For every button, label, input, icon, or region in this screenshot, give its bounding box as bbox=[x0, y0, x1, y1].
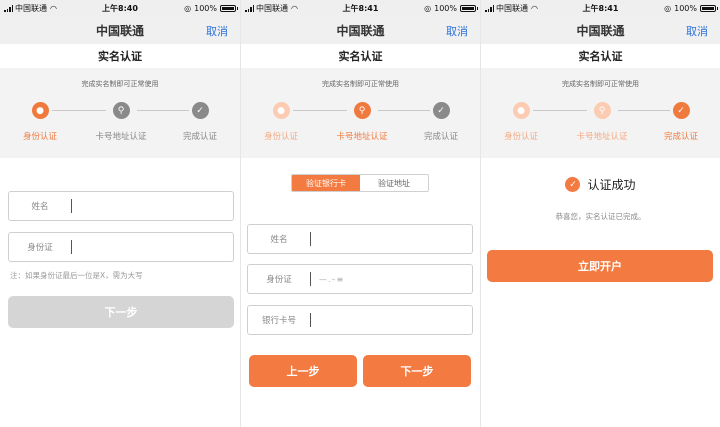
battery-percent: 100% bbox=[194, 3, 217, 13]
bank-card-field[interactable]: 银行卡号 bbox=[247, 305, 473, 335]
step-label: 卡号地址认证 bbox=[95, 132, 147, 142]
status-bar: 中国联通 ◠ 上午8:40 ◎ 100% bbox=[0, 0, 240, 16]
step-label: 完成认证 bbox=[182, 132, 217, 142]
field-label: 姓名 bbox=[270, 235, 288, 245]
step-identity: ● 身份认证 bbox=[246, 102, 316, 142]
progress-hint: 完成实名制即可正常使用 bbox=[81, 80, 159, 88]
success-banner: ✓ 认证成功 bbox=[481, 176, 720, 193]
success-check-icon: ✓ bbox=[565, 177, 581, 192]
lock-rotation-icon: ◎ bbox=[184, 3, 192, 13]
id-number-input[interactable]: —.–≡ bbox=[311, 275, 472, 284]
nav-bar: 中国联通 取消 bbox=[0, 16, 240, 44]
step-identity: ● 身份认证 bbox=[5, 102, 75, 142]
id-note: 注：如果身份证最后一位是X，需为大写 bbox=[10, 271, 143, 280]
check-icon: ✓ bbox=[672, 102, 690, 119]
field-label: 银行卡号 bbox=[261, 316, 296, 326]
carrier-name: 中国联通 bbox=[15, 3, 47, 13]
screens-row: 中国联通 ◠ 上午8:40 ◎ 100% 中国联通 取消 实名认证 完成实名制即可… bbox=[0, 0, 720, 427]
next-button[interactable]: 下一步 bbox=[8, 296, 234, 328]
battery-icon bbox=[700, 4, 718, 12]
step-label: 卡号地址认证 bbox=[336, 132, 388, 142]
page-title: 实名认证 bbox=[481, 44, 720, 68]
tab-address[interactable]: 验证地址 bbox=[360, 175, 428, 191]
step-progress: 完成实名制即可正常使用 ● 身份认证 ⚲ 卡号地址认证 ✓ 完成认证 bbox=[241, 68, 480, 158]
step-complete: ✓ 完成认证 bbox=[406, 102, 476, 142]
location-pin-icon: ⚲ bbox=[353, 102, 371, 119]
nav-bar: 中国联通 取消 bbox=[481, 16, 720, 44]
cancel-button[interactable]: 取消 bbox=[686, 23, 708, 39]
screen-identity: 中国联通 ◠ 上午8:40 ◎ 100% 中国联通 取消 实名认证 完成实名制即可… bbox=[0, 0, 240, 427]
success-message: 恭喜您，实名认证已完成。 bbox=[555, 212, 646, 221]
step-label: 身份认证 bbox=[22, 132, 57, 142]
person-icon: ● bbox=[272, 102, 290, 119]
step-card-address: ⚲ 卡号地址认证 bbox=[327, 102, 397, 142]
field-cursor bbox=[71, 240, 72, 254]
field-cursor bbox=[310, 313, 311, 327]
nav-title: 中国联通 bbox=[95, 23, 144, 38]
wifi-icon: ◠ bbox=[50, 3, 57, 13]
step-identity: ● 身份认证 bbox=[486, 102, 556, 142]
step-progress: 完成实名制即可正常使用 ● 身份认证 ⚲ 卡号地址认证 ✓ 完成认证 bbox=[0, 68, 240, 158]
step-label: 完成认证 bbox=[663, 132, 698, 142]
step-complete: ✓ 完成认证 bbox=[646, 102, 716, 142]
check-icon: ✓ bbox=[432, 102, 450, 119]
location-pin-icon: ⚲ bbox=[112, 102, 130, 119]
step-card-address: ⚲ 卡号地址认证 bbox=[86, 102, 156, 142]
carrier-name: 中国联通 bbox=[256, 3, 288, 13]
signal-icon bbox=[245, 4, 254, 12]
nav-bar: 中国联通 取消 bbox=[241, 16, 480, 44]
page-title: 实名认证 bbox=[0, 44, 240, 68]
step-progress: 完成实名制即可正常使用 ● 身份认证 ⚲ 卡号地址认证 ✓ 完成认证 bbox=[481, 68, 720, 158]
field-label: 身份证 bbox=[266, 275, 292, 285]
battery-icon bbox=[220, 4, 238, 12]
id-number-field[interactable]: 身份证 bbox=[8, 232, 234, 262]
battery-percent: 100% bbox=[434, 3, 457, 13]
person-icon: ● bbox=[512, 102, 530, 119]
signal-icon bbox=[4, 4, 13, 12]
step-label: 卡号地址认证 bbox=[576, 132, 628, 142]
field-cursor bbox=[71, 199, 72, 213]
verify-tabs: 验证银行卡 验证地址 bbox=[291, 174, 429, 192]
tab-bank-card[interactable]: 验证银行卡 bbox=[292, 175, 360, 191]
progress-hint: 完成实名制即可正常使用 bbox=[322, 80, 399, 88]
field-label: 姓名 bbox=[31, 202, 49, 212]
progress-hint: 完成实名制即可正常使用 bbox=[562, 80, 639, 88]
status-bar: 中国联通 ◠ 上午8:41 ◎ 100% bbox=[481, 0, 720, 16]
open-account-button[interactable]: 立即开户 bbox=[487, 250, 713, 282]
signal-icon bbox=[485, 4, 494, 12]
cancel-button[interactable]: 取消 bbox=[206, 23, 228, 39]
step-complete: ✓ 完成认证 bbox=[165, 102, 235, 142]
success-title: 认证成功 bbox=[587, 178, 636, 192]
screen-complete: 中国联通 ◠ 上午8:41 ◎ 100% 中国联通 取消 实名认证 完成实名制即可… bbox=[480, 0, 720, 427]
next-button[interactable]: 下一步 bbox=[363, 355, 471, 387]
person-icon: ● bbox=[31, 102, 49, 119]
name-field[interactable]: 姓名 bbox=[247, 224, 473, 254]
field-label: 身份证 bbox=[27, 243, 53, 253]
step-label: 完成认证 bbox=[423, 132, 458, 142]
wifi-icon: ◠ bbox=[531, 3, 538, 13]
id-number-field[interactable]: 身份证 —.–≡ bbox=[247, 264, 473, 294]
previous-button[interactable]: 上一步 bbox=[249, 355, 357, 387]
check-icon: ✓ bbox=[191, 102, 209, 119]
battery-icon bbox=[460, 4, 478, 12]
field-cursor bbox=[310, 232, 311, 246]
battery-percent: 100% bbox=[674, 3, 697, 13]
location-pin-icon: ⚲ bbox=[593, 102, 611, 119]
lock-rotation-icon: ◎ bbox=[664, 3, 672, 13]
lock-rotation-icon: ◎ bbox=[424, 3, 432, 13]
name-field[interactable]: 姓名 bbox=[8, 191, 234, 221]
page-title: 实名认证 bbox=[241, 44, 480, 68]
step-card-address: ⚲ 卡号地址认证 bbox=[567, 102, 637, 142]
step-label: 身份认证 bbox=[503, 132, 538, 142]
nav-title: 中国联通 bbox=[576, 23, 625, 38]
carrier-name: 中国联通 bbox=[496, 3, 528, 13]
wifi-icon: ◠ bbox=[291, 3, 298, 13]
nav-title: 中国联通 bbox=[336, 23, 385, 38]
cancel-button[interactable]: 取消 bbox=[446, 23, 468, 39]
status-bar: 中国联通 ◠ 上午8:41 ◎ 100% bbox=[241, 0, 480, 16]
screen-card-address: 中国联通 ◠ 上午8:41 ◎ 100% 中国联通 取消 实名认证 完成实名制即可… bbox=[240, 0, 480, 427]
step-label: 身份认证 bbox=[263, 132, 298, 142]
